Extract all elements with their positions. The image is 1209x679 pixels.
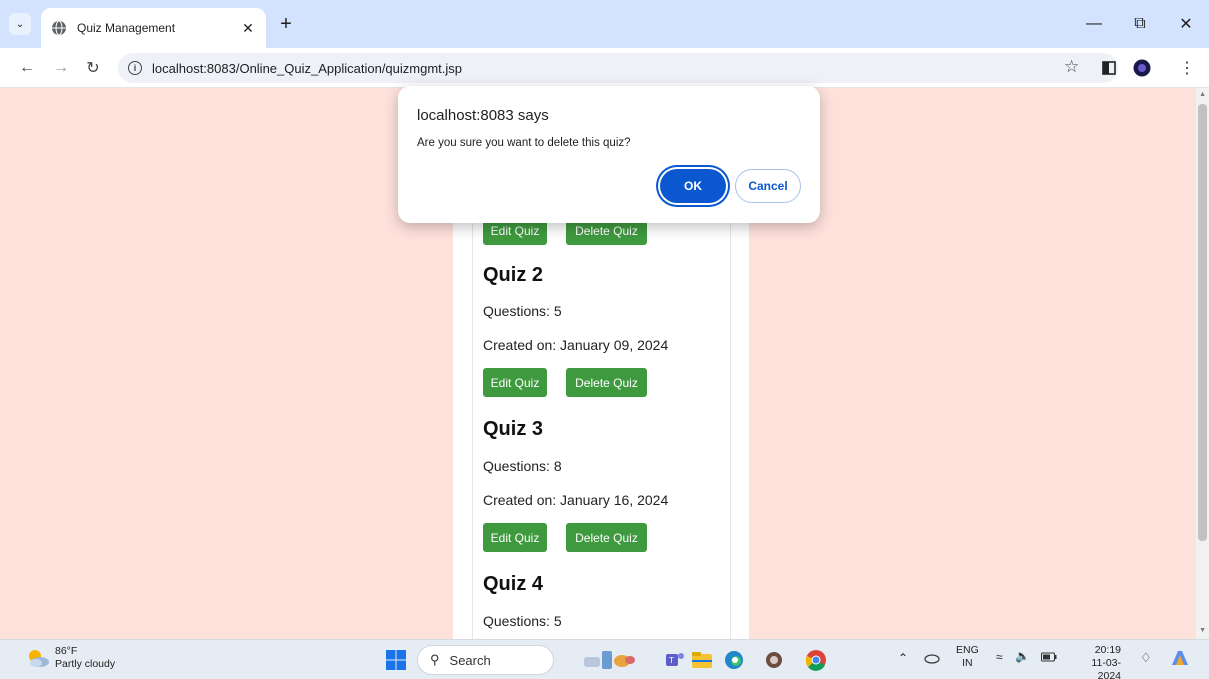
quiz-created: Created on: January 16, 2024 (483, 492, 669, 508)
ok-button[interactable]: OK (660, 169, 726, 203)
back-icon[interactable]: ← (14, 55, 40, 81)
quiz-created: Created on: January 09, 2024 (483, 337, 669, 353)
battery-icon[interactable] (1041, 652, 1057, 666)
teams-icon[interactable]: T (663, 648, 687, 672)
clock-time: 20:19 (1094, 644, 1121, 656)
temperature-label: 86°F (55, 645, 78, 657)
weather-widget[interactable]: 86°F Partly cloudy (25, 645, 115, 671)
quiz-questions: Questions: 5 (483, 613, 562, 629)
weather-label: Partly cloudy (55, 658, 116, 670)
language-top: ENG (956, 644, 979, 656)
scrollbar-thumb[interactable] (1198, 104, 1207, 541)
quiz-questions: Questions: 8 (483, 458, 562, 474)
search-label: Search (449, 652, 491, 668)
search-icon: ⚲ (430, 652, 440, 667)
partly-cloudy-icon (25, 647, 51, 669)
volume-icon[interactable]: 🔈 (1015, 650, 1030, 663)
quiz-title: Quiz 4 (483, 573, 544, 595)
cancel-button[interactable]: Cancel (735, 169, 801, 203)
edit-quiz-button[interactable]: Edit Quiz (483, 523, 547, 552)
chrome-icon[interactable] (804, 648, 828, 672)
scroll-down-icon[interactable]: ▼ (1199, 627, 1206, 634)
url-text: localhost:8083/Online_Quiz_Application/q… (152, 60, 463, 76)
windows-taskbar: 86°F Partly cloudy ⚲ Search T ⌃ ENG IN ≈… (0, 639, 1209, 679)
edge-icon[interactable] (722, 648, 746, 672)
edit-quiz-button[interactable]: Edit Quiz (483, 368, 547, 397)
show-hidden-icons-icon[interactable]: ⌃ (898, 652, 908, 665)
close-tab-icon[interactable]: ✕ (240, 20, 256, 37)
svg-text:T: T (669, 656, 674, 665)
browser-toolbar: ← → ↻ i localhost:8083/Online_Quiz_Appli… (0, 48, 1209, 88)
clock-date: 11-03-2024 (1091, 657, 1121, 679)
scroll-up-icon[interactable]: ▲ (1199, 91, 1206, 98)
dialog-title: localhost:8083 says (417, 107, 549, 124)
copilot-icon[interactable] (1168, 647, 1192, 675)
clock[interactable]: 20:19 11-03-2024 (1071, 644, 1121, 679)
close-window-icon[interactable]: ✕ (1163, 0, 1209, 48)
notification-bell-icon[interactable]: ♢ (1140, 651, 1152, 664)
reload-icon[interactable]: ↻ (80, 55, 106, 81)
profile-avatar[interactable] (1130, 56, 1154, 80)
menu-kebab-icon[interactable]: ⋮ (1175, 56, 1199, 80)
delete-quiz-button[interactable]: Delete Quiz (566, 523, 647, 552)
new-tab-icon[interactable]: + (275, 13, 297, 35)
tab-title: Quiz Management (77, 21, 176, 35)
delete-quiz-button[interactable]: Delete Quiz (566, 368, 647, 397)
confirm-dialog: localhost:8083 says Are you sure you wan… (398, 86, 820, 223)
tab-search-dropdown-icon[interactable]: ⌄ (9, 13, 31, 35)
language-bottom: IN (962, 657, 973, 669)
restore-icon[interactable]: ⧉ (1117, 0, 1163, 48)
windows-start-icon[interactable] (384, 648, 408, 672)
tab-quiz-management[interactable]: Quiz Management ✕ (41, 8, 266, 48)
globe-icon (52, 20, 66, 36)
onedrive-icon[interactable] (924, 652, 940, 668)
taskbar-search[interactable]: ⚲ Search (417, 645, 554, 675)
file-explorer-icon[interactable] (690, 648, 714, 672)
tab-strip: ⌄ Quiz Management ✕ + — ⧉ ✕ (0, 0, 1209, 48)
quiz-title: Quiz 2 (483, 264, 544, 286)
forward-icon[interactable]: → (48, 55, 74, 81)
dialog-message: Are you sure you want to delete this qui… (417, 137, 631, 149)
language-indicator[interactable]: ENG IN (956, 644, 979, 670)
wifi-icon[interactable]: ≈ (996, 651, 1003, 664)
site-info-icon[interactable]: i (128, 61, 142, 75)
bookmark-star-icon[interactable]: ☆ (1064, 57, 1079, 77)
minimize-icon[interactable]: — (1071, 0, 1117, 48)
app-icon[interactable] (762, 648, 786, 672)
side-panel-icon[interactable] (1097, 56, 1121, 80)
search-highlights-icon[interactable] (578, 648, 648, 672)
address-bar[interactable]: i localhost:8083/Online_Quiz_Application… (118, 53, 1118, 83)
quiz-questions: Questions: 5 (483, 303, 562, 319)
quiz-title: Quiz 3 (483, 418, 544, 440)
